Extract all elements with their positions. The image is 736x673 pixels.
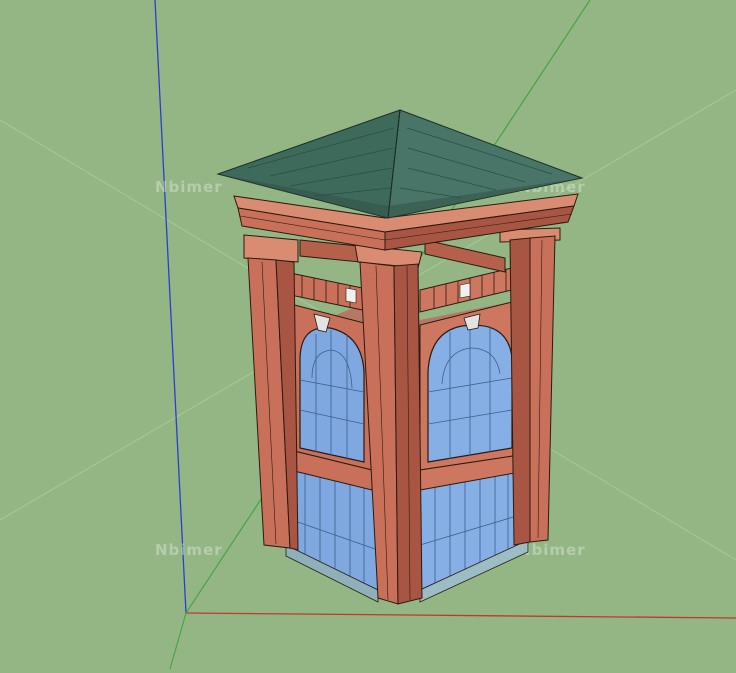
red-axis [185, 612, 736, 619]
model-canvas[interactable]: Nbimer Nbimer Nbimer Nbimer [0, 0, 736, 670]
baluster-highlight [459, 282, 471, 299]
sketchup-viewport[interactable]: Nbimer Nbimer Nbimer Nbimer [0, 0, 736, 670]
blue-axis [154, 0, 187, 614]
baluster-highlight [345, 287, 357, 304]
right-pillar-side [509, 237, 531, 546]
watermark-text: Nbimer [155, 178, 223, 196]
green-axis-negative [169, 612, 187, 670]
right-pillar [529, 235, 556, 543]
rear-balustrade-right [424, 239, 506, 273]
watermark-text: Nbimer [155, 541, 223, 559]
kiosk-model[interactable] [216, 109, 584, 605]
left-arched-window [299, 327, 365, 463]
front-pillar-right [393, 263, 423, 605]
